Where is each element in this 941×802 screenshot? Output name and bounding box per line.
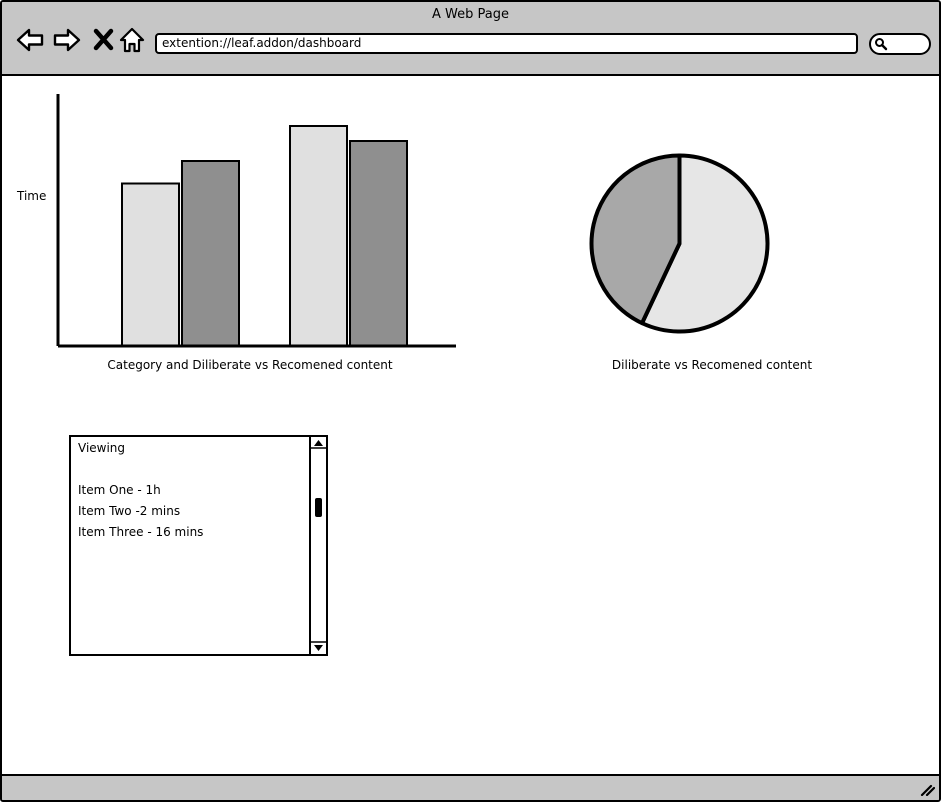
- bar: [121, 182, 180, 347]
- address-bar[interactable]: extention://leaf.addon/dashboard: [155, 33, 858, 54]
- list-scrollbar[interactable]: [309, 437, 326, 654]
- forward-button[interactable]: [53, 26, 81, 54]
- list-item[interactable]: Item One - 1h: [78, 483, 161, 497]
- arrow-right-icon: [53, 28, 81, 52]
- browser-titlebar: A Web Page extention://leaf.addon/dashbo…: [2, 2, 939, 76]
- scroll-down-icon[interactable]: [314, 645, 323, 651]
- window-title: A Web Page: [432, 7, 509, 22]
- home-button[interactable]: [118, 26, 146, 54]
- resize-grip[interactable]: [919, 782, 935, 796]
- list-header: Viewing: [78, 441, 126, 455]
- browser-window: A Web Page extention://leaf.addon/dashbo…: [0, 0, 941, 802]
- pie-chart-label: Diliberate vs Recomened content: [611, 358, 813, 372]
- list-item[interactable]: Item Two -2 mins: [78, 504, 180, 518]
- scrollbar-track: [311, 440, 326, 651]
- bar: [349, 140, 408, 347]
- home-icon: [119, 27, 145, 53]
- list-item[interactable]: Item Three - 16 mins: [78, 525, 203, 539]
- bar-chart: [12, 88, 472, 358]
- status-bar: [2, 774, 939, 800]
- bar-chart-svg: [56, 94, 456, 348]
- scroll-up-icon[interactable]: [314, 440, 323, 446]
- scrollbar-thumb[interactable]: [315, 498, 322, 517]
- resize-grip-icon: [920, 784, 935, 796]
- pie-chart: [577, 142, 782, 347]
- pie-chart-svg: [589, 153, 770, 334]
- bar: [289, 125, 348, 347]
- bar-chart-xlabel: Category and Diliberate vs Recomened con…: [107, 358, 393, 372]
- stop-button[interactable]: [90, 26, 118, 54]
- back-button[interactable]: [16, 26, 44, 54]
- bar: [181, 160, 240, 347]
- bar-chart-ylabel: Time: [17, 189, 47, 203]
- close-icon: [93, 28, 114, 51]
- arrow-left-icon: [16, 28, 44, 52]
- search-input[interactable]: [869, 33, 931, 55]
- search-icon: [875, 38, 888, 51]
- viewing-list[interactable]: Viewing Item One - 1h Item Two -2 mins I…: [69, 435, 328, 656]
